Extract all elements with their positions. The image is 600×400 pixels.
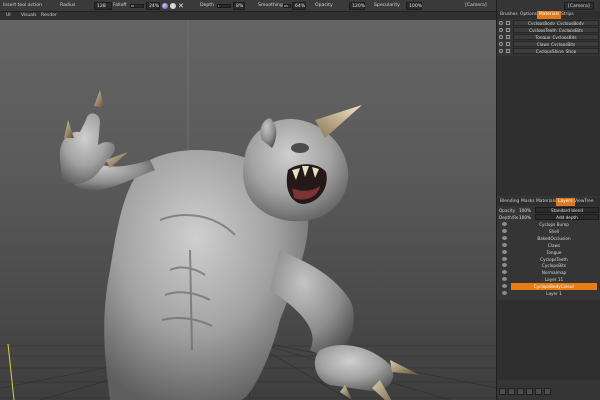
eye-icon[interactable] xyxy=(502,277,507,282)
layers-empty-area xyxy=(497,300,600,380)
eye-icon[interactable] xyxy=(502,256,507,261)
tab-viewtree[interactable]: ViewTree xyxy=(572,198,596,206)
depth-label: Depth xyxy=(200,3,214,8)
depth-slider-fill xyxy=(218,5,219,7)
falloff-slider[interactable] xyxy=(130,4,144,8)
tab-strips[interactable]: Strips xyxy=(559,11,576,19)
eye-icon[interactable] xyxy=(499,21,503,25)
specularity-label: Specularity xyxy=(374,3,400,8)
falloff-slider-fill xyxy=(131,5,134,7)
3d-viewport[interactable] xyxy=(0,20,496,400)
layer-depth-label: Depth/Re xyxy=(499,215,519,220)
eye-icon[interactable] xyxy=(499,35,503,39)
layer-row[interactable]: Layer 1 xyxy=(497,290,600,297)
lock-icon[interactable] xyxy=(506,49,510,53)
add-depth-button[interactable]: Add depth xyxy=(535,214,599,220)
tab-layer-materials[interactable]: Materials xyxy=(534,198,558,206)
material-row[interactable]: CyclopsShine_Shop xyxy=(497,48,600,54)
falloff-value[interactable]: 24% xyxy=(146,2,160,10)
lock-icon[interactable] xyxy=(506,42,510,46)
layer-actions-bar xyxy=(497,388,600,396)
tab-brushes[interactable]: Brushes xyxy=(498,11,520,19)
eye-icon[interactable] xyxy=(502,249,507,254)
depth-slider[interactable] xyxy=(217,4,231,8)
material-name[interactable]: CyclopsBody_CyclopsBody xyxy=(513,20,599,26)
smoothing-value[interactable]: 64% xyxy=(292,2,306,10)
lock-icon[interactable] xyxy=(506,28,510,32)
new-layer-icon[interactable] xyxy=(499,388,506,395)
delete-layer-icon[interactable] xyxy=(544,388,551,395)
falloff-label: Falloff xyxy=(113,3,127,8)
eye-icon[interactable] xyxy=(502,270,507,275)
layer-depth-row: Depth/Re 100% Add depth xyxy=(497,214,600,221)
menu-ui[interactable]: UI xyxy=(6,13,11,19)
eye-icon[interactable] xyxy=(502,263,507,268)
specularity-value[interactable]: 100% xyxy=(406,2,422,10)
right-panel: [Camera] Brushes Options Materials Strip… xyxy=(496,0,600,400)
layer-name[interactable]: Layer 1 xyxy=(511,290,597,297)
radius-value[interactable]: 128 xyxy=(94,2,112,10)
checker-icon[interactable] xyxy=(170,3,176,9)
depth-value[interactable]: 8% xyxy=(233,2,245,10)
layer-tabs: Blending Masks Materials Layers ViewTree xyxy=(497,198,600,206)
camera-label[interactable]: [Camera] xyxy=(465,2,487,10)
radius-label: Radius xyxy=(60,3,76,8)
tab-blending[interactable]: Blending xyxy=(498,198,521,206)
material-row[interactable]: Tongue_CyclopsBits xyxy=(497,34,600,40)
axis-line xyxy=(7,343,15,400)
smoothing-slider-fill xyxy=(284,5,288,7)
layer-opacity-label: Opacity xyxy=(499,208,516,213)
lock-icon[interactable] xyxy=(506,21,510,25)
layer-opacity-row: Opacity 100% Standard blend xyxy=(497,207,600,214)
camera-button[interactable]: [Camera] xyxy=(564,2,594,10)
tool-label[interactable]: Insert tool action xyxy=(3,2,42,10)
eye-icon[interactable] xyxy=(502,284,507,289)
eye-icon[interactable] xyxy=(499,28,503,32)
tab-options[interactable]: Options xyxy=(518,11,539,19)
blend-mode-select[interactable]: Standard blend xyxy=(535,207,599,213)
sphere-icon[interactable] xyxy=(162,3,168,9)
material-row[interactable]: CyclopsBody_CyclopsBody xyxy=(497,20,600,26)
layer-group-icon[interactable] xyxy=(535,388,542,395)
eye-icon[interactable] xyxy=(502,228,507,233)
eye-icon[interactable] xyxy=(502,222,507,226)
eye-icon[interactable] xyxy=(502,235,507,240)
duplicate-layer-icon[interactable] xyxy=(508,388,515,395)
material-name[interactable]: CyclopsShine_Shop xyxy=(513,48,599,54)
material-name[interactable]: Tongue_CyclopsBits xyxy=(513,34,599,40)
material-row[interactable]: CyclopsTeeth_CyclopsBits xyxy=(497,27,600,33)
viewport-canvas[interactable] xyxy=(0,20,496,400)
lock-icon[interactable] xyxy=(506,35,510,39)
opacity-value[interactable]: 120% xyxy=(349,2,365,10)
material-name[interactable]: Claws_CyclopsBits xyxy=(513,41,599,47)
merge-layer-icon[interactable] xyxy=(517,388,524,395)
eye-icon[interactable] xyxy=(499,49,503,53)
material-row[interactable]: Claws_CyclopsBits xyxy=(497,41,600,47)
opacity-label: Opacity xyxy=(315,3,333,8)
menu-render[interactable]: Render xyxy=(41,13,57,19)
eye-icon[interactable] xyxy=(502,291,507,295)
layer-opacity-value[interactable]: 100% xyxy=(519,207,531,214)
eye-icon[interactable] xyxy=(499,42,503,46)
secondary-menu-bar: UI Visuals Render xyxy=(0,12,496,20)
smoothing-label: Smoothing xyxy=(258,3,283,8)
material-tabs: Brushes Options Materials Strips xyxy=(497,11,600,19)
tab-materials[interactable]: Materials xyxy=(537,11,562,19)
layer-mask-icon[interactable] xyxy=(526,388,533,395)
menu-visuals[interactable]: Visuals xyxy=(21,13,36,19)
smoothing-slider[interactable] xyxy=(283,4,291,8)
cyclops-model[interactable] xyxy=(59,90,420,400)
material-name[interactable]: CyclopsTeeth_CyclopsBits xyxy=(513,27,599,33)
close-icon[interactable]: ✕ xyxy=(178,2,184,10)
eye-icon[interactable] xyxy=(502,242,507,247)
materials-empty-area xyxy=(497,56,600,196)
layer-depth-value[interactable]: 100% xyxy=(519,214,531,221)
